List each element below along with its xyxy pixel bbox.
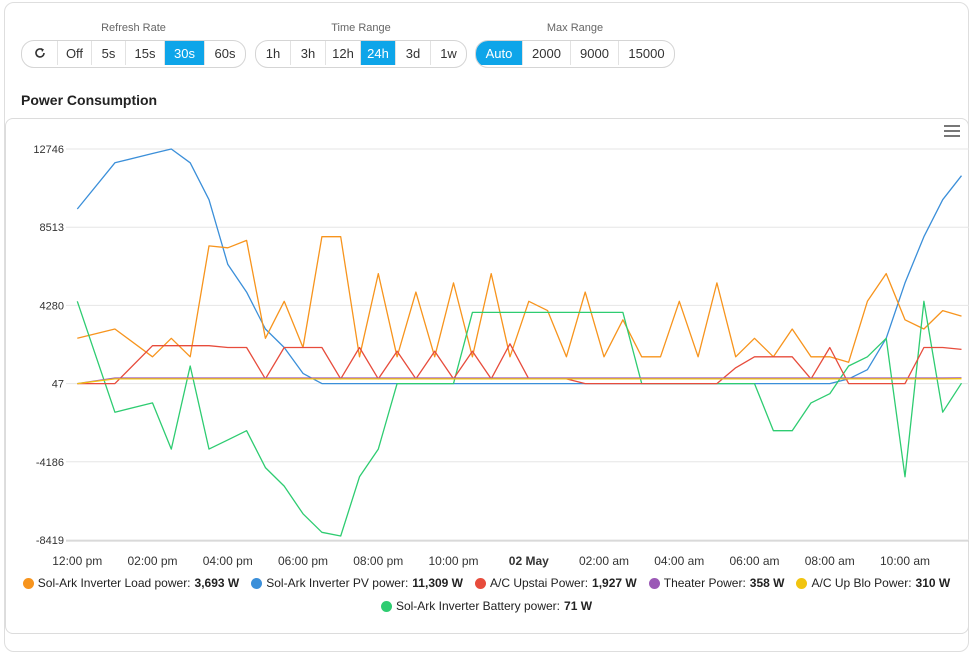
refresh-30s-button[interactable]: 30s — [165, 41, 205, 65]
max-9000-button[interactable]: 9000 — [571, 41, 619, 65]
legend-series-value: 1,927 W — [592, 576, 637, 590]
time-3d-button[interactable]: 3d — [396, 41, 431, 65]
refresh-60s-button[interactable]: 60s — [205, 41, 245, 65]
chart-card — [5, 118, 969, 634]
time-3h-button[interactable]: 3h — [291, 41, 326, 65]
legend-row-2: Sol-Ark Inverter Battery power: 71 W — [0, 599, 973, 613]
legend-series-name: Sol-Ark Inverter Load power: — [37, 576, 191, 590]
time-12h-button[interactable]: 12h — [326, 41, 361, 65]
hamburger-menu-icon[interactable] — [944, 125, 960, 137]
legend-series-value: 71 W — [564, 599, 593, 613]
legend-series-name: Sol-Ark Inverter PV power: — [266, 576, 409, 590]
legend-series-value: 11,309 W — [412, 576, 463, 590]
time-range-label: Time Range — [331, 22, 391, 34]
legend-item[interactable]: Sol-Ark Inverter Battery power: 71 W — [380, 599, 593, 613]
legend-series-name: Theater Power: — [663, 576, 746, 590]
legend-swatch — [22, 577, 34, 589]
legend-series-name: Sol-Ark Inverter Battery power: — [395, 599, 561, 613]
legend-series-name: A/C Upstai Power: — [490, 576, 589, 590]
legend-series-name: A/C Up Blo Power: — [811, 576, 912, 590]
legend-swatch — [796, 577, 808, 589]
max-2000-button[interactable]: 2000 — [523, 41, 571, 65]
section-title: Power Consumption — [21, 92, 158, 108]
legend-swatch — [251, 577, 263, 589]
legend-series-value: 358 W — [749, 576, 785, 590]
time-1h-button[interactable]: 1h — [256, 41, 291, 65]
legend-item[interactable]: A/C Up Blo Power: 310 W — [796, 576, 950, 590]
max-range-label: Max Range — [546, 22, 604, 34]
max-range-buttons: Auto 2000 9000 15000 — [475, 40, 675, 68]
legend-item[interactable]: Theater Power: 358 W — [648, 576, 785, 590]
time-range-buttons: 1h 3h 12h 24h 3d 1w — [255, 40, 467, 68]
legend-item[interactable]: A/C Upstai Power: 1,927 W — [475, 576, 637, 590]
time-24h-button[interactable]: 24h — [361, 41, 396, 65]
legend-item[interactable]: Sol-Ark Inverter PV power: 11,309 W — [251, 576, 463, 590]
legend-series-value: 3,693 W — [194, 576, 240, 590]
refresh-5s-button[interactable]: 5s — [92, 41, 126, 65]
legend-item[interactable]: Sol-Ark Inverter Load power: 3,693 W — [22, 576, 240, 590]
time-1w-button[interactable]: 1w — [431, 41, 466, 65]
max-15000-button[interactable]: 15000 — [619, 41, 674, 65]
legend-row-1: Sol-Ark Inverter Load power: 3,693 W Sol-A… — [0, 576, 973, 590]
max-auto-button[interactable]: Auto — [476, 41, 523, 65]
refresh-icon[interactable] — [22, 41, 58, 65]
refresh-rate-label: Refresh Rate — [101, 22, 166, 34]
refresh-off-button[interactable]: Off — [58, 41, 92, 65]
refresh-rate-buttons: Off 5s 15s 30s 60s — [21, 40, 246, 68]
legend-swatch — [380, 600, 392, 612]
legend-series-value: 310 W — [915, 576, 951, 590]
legend-swatch — [648, 577, 660, 589]
legend-swatch — [475, 577, 486, 589]
refresh-15s-button[interactable]: 15s — [126, 41, 165, 65]
